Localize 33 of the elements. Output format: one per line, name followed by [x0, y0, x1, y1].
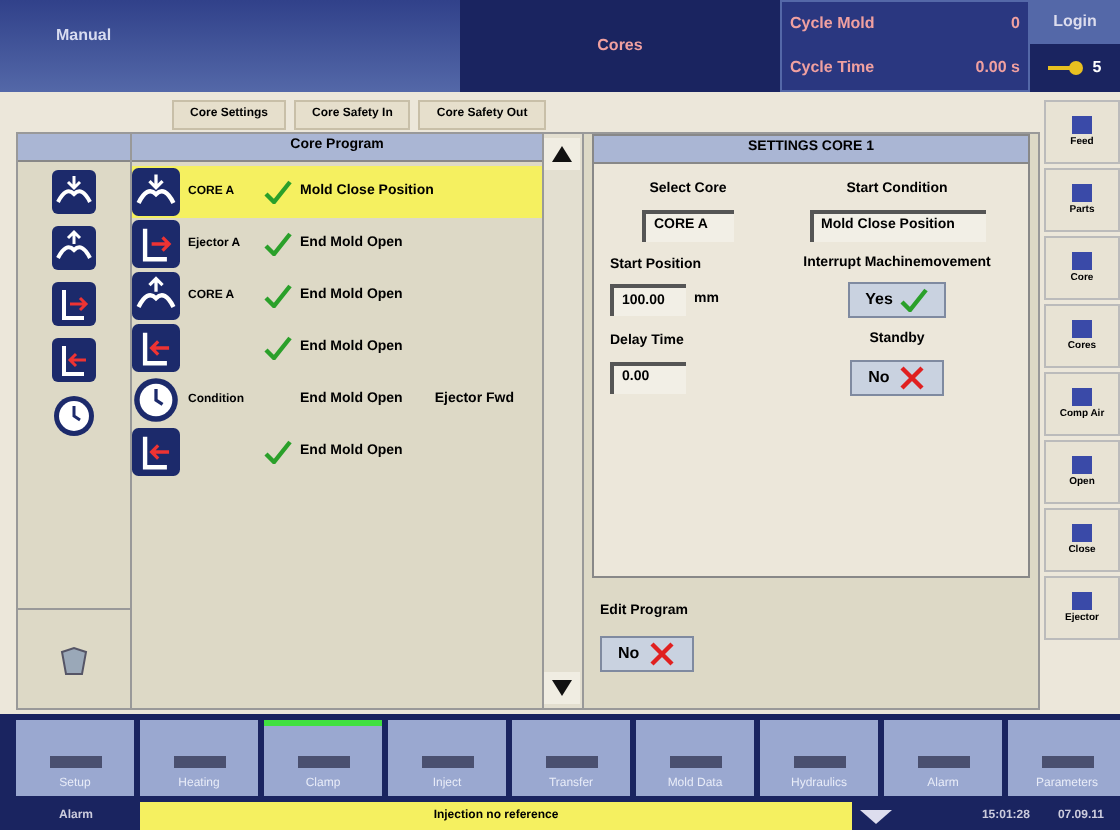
core-icon	[52, 226, 96, 270]
ejector-icon	[132, 428, 180, 476]
clock-icon	[132, 376, 180, 424]
dropdown-icon[interactable]	[856, 806, 896, 826]
cycle-mold-value: 0	[1011, 12, 1020, 36]
user-level: 5	[1092, 56, 1102, 80]
bin-icon	[56, 641, 92, 677]
key-icon	[1048, 60, 1085, 76]
cycle-mold-label: Cycle Mold	[790, 12, 875, 36]
ejector-icon	[52, 338, 96, 382]
scroll-down-icon[interactable]	[544, 672, 580, 704]
toggle-button[interactable]: No	[850, 359, 944, 395]
toggle-button[interactable]: Yes	[847, 282, 947, 318]
login-button[interactable]: Login	[1030, 0, 1120, 44]
scroll-up-icon[interactable]	[544, 138, 580, 170]
mode-label: Manual	[56, 26, 112, 44]
cycle-time-value: 0.00 s	[975, 56, 1020, 80]
screen-title: Cores	[597, 34, 643, 58]
core-icon	[52, 170, 96, 214]
command-button[interactable]	[52, 394, 96, 438]
ejector-icon	[52, 282, 96, 326]
command-button[interactable]	[52, 170, 96, 214]
command-button[interactable]	[52, 338, 96, 382]
core-icon	[132, 168, 180, 216]
ejector-icon	[132, 324, 180, 372]
clock-icon	[52, 394, 96, 438]
scrollbar[interactable]	[544, 134, 584, 708]
ejector-icon	[132, 220, 180, 268]
cycle-time-label: Cycle Time	[790, 56, 875, 80]
core-icon	[132, 272, 180, 320]
command-button[interactable]	[52, 226, 96, 270]
command-button[interactable]	[52, 282, 96, 326]
toggle-button[interactable]: No	[600, 635, 694, 671]
